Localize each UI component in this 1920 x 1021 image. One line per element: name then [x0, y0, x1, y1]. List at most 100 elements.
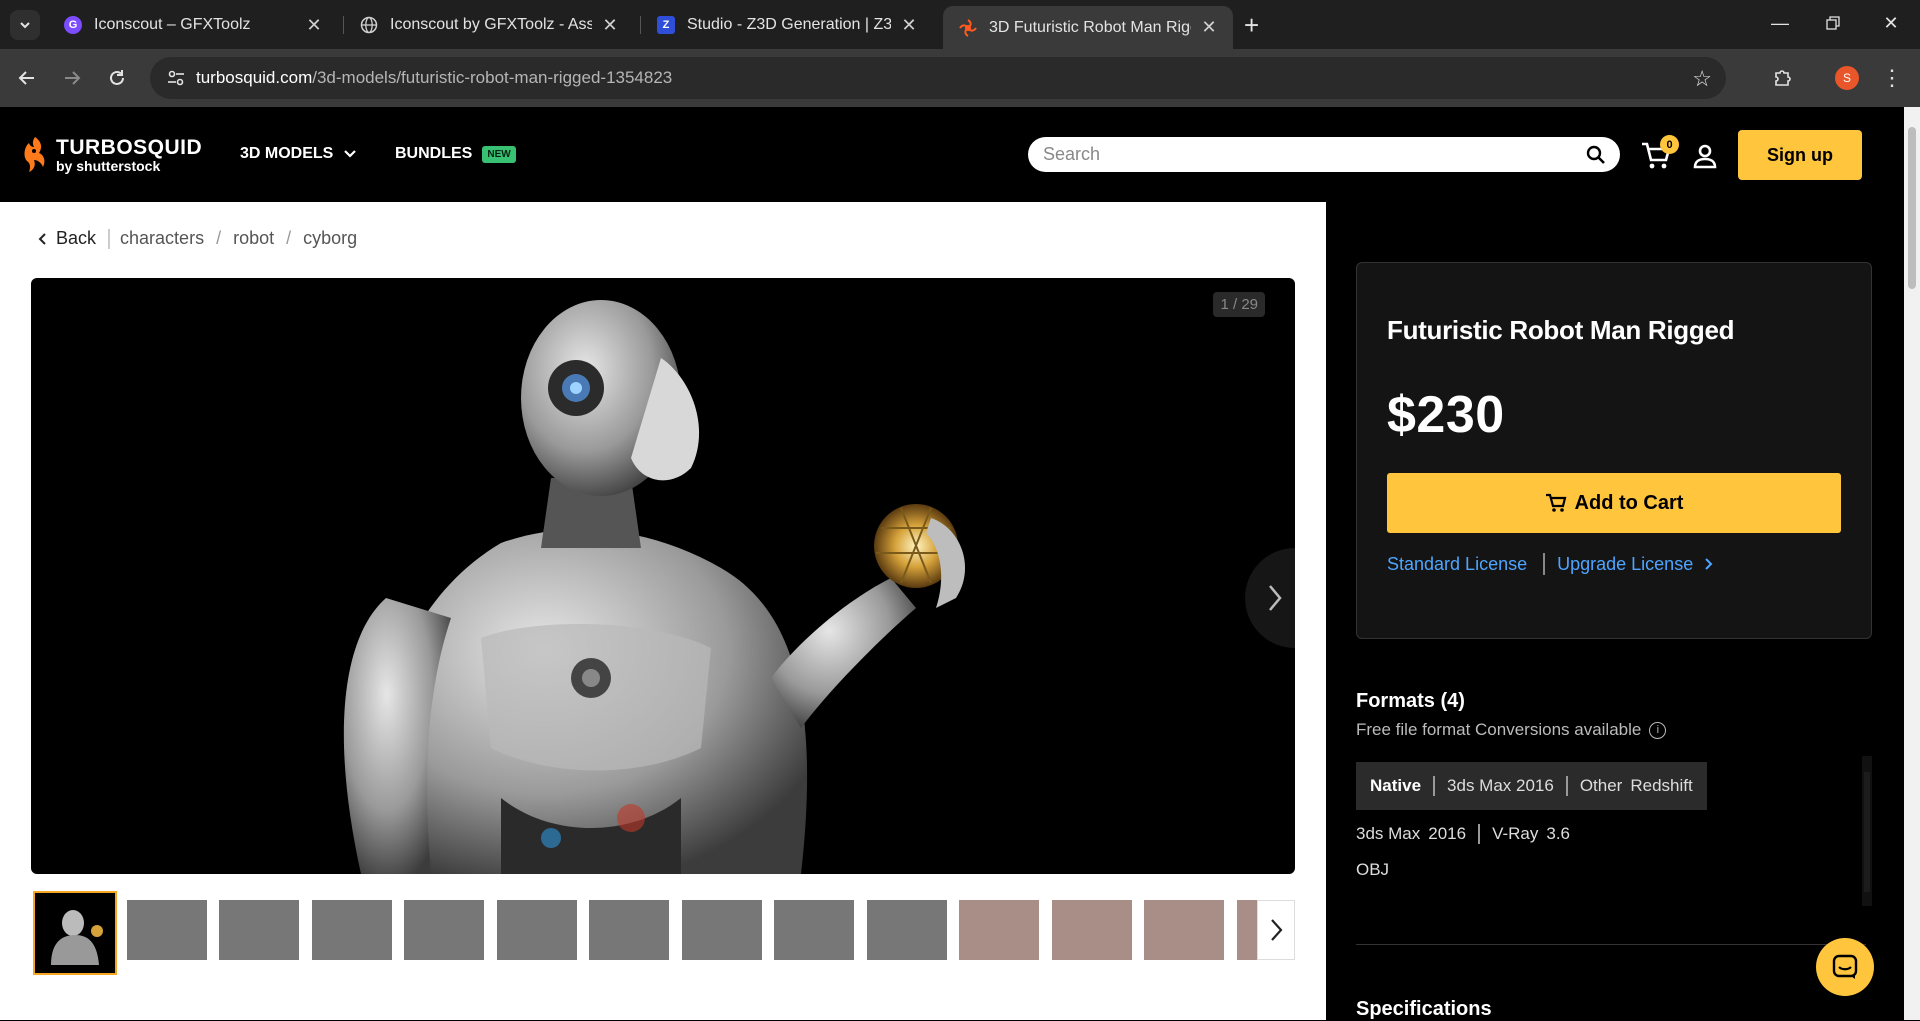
- format-row-obj: OBJ: [1356, 860, 1390, 879]
- breadcrumb-separator: /: [286, 228, 292, 248]
- native-label: Native: [1370, 776, 1422, 795]
- sign-up-button[interactable]: Sign up: [1738, 130, 1862, 180]
- chat-icon: [1832, 954, 1858, 979]
- thumbnail[interactable]: [867, 900, 947, 960]
- logo-wordmark: TURBOSQUID: [56, 135, 203, 159]
- back-link[interactable]: Back: [36, 228, 96, 249]
- chevron-right-icon: [1705, 558, 1713, 570]
- format-renderer-version: 3.6: [1546, 824, 1571, 843]
- site-header: TURBOSQUID by shutterstock 3D MODELS BUN…: [0, 107, 1904, 202]
- close-icon[interactable]: ✕: [1199, 17, 1219, 38]
- image-counter: 1 / 29: [1213, 292, 1265, 317]
- window-close-icon[interactable]: ✕: [1876, 8, 1906, 38]
- url-host: turbosquid.com: [196, 68, 313, 87]
- close-icon[interactable]: ✕: [899, 15, 919, 35]
- squid-logo-icon: [24, 137, 45, 172]
- extensions-puzzle-icon[interactable]: [1766, 61, 1800, 95]
- back-label: Back: [56, 228, 97, 248]
- format-row: 3ds Max 2016 V-Ray 3.6: [1356, 824, 1570, 844]
- tab-title: Studio - Z3D Generation | Z3D: [687, 16, 891, 33]
- breadcrumb-separator: /: [216, 228, 222, 248]
- thumbnail[interactable]: [497, 900, 577, 960]
- chat-support-button[interactable]: [1816, 938, 1874, 996]
- address-bar[interactable]: turbosquid.com/3d-models/futuristic-robo…: [150, 57, 1726, 99]
- url-path: /3d-models/futuristic-robot-man-rigged-1…: [312, 68, 673, 87]
- formats-scrollbar[interactable]: [1862, 756, 1872, 906]
- section-divider: [1356, 944, 1866, 945]
- specifications-heading: Specifications: [1356, 998, 1492, 1020]
- bookmark-star-icon[interactable]: ☆: [1692, 66, 1712, 92]
- back-arrow-icon[interactable]: [10, 61, 44, 95]
- gfxtoolz-icon: G: [64, 16, 82, 34]
- thumbnail[interactable]: [404, 900, 484, 960]
- browser-menu-icon[interactable]: ⋮: [1880, 61, 1904, 95]
- format-divider: [1433, 776, 1436, 796]
- thumbnail[interactable]: [774, 900, 854, 960]
- user-account-icon[interactable]: [1690, 141, 1720, 171]
- turbosquid-icon: [959, 18, 977, 37]
- native-format-row: Native 3ds Max 2016 Other Redshift: [1356, 762, 1707, 810]
- thumbnail[interactable]: [959, 900, 1039, 960]
- standard-license-link[interactable]: Standard License: [1387, 554, 1527, 575]
- license-divider: [1543, 553, 1546, 575]
- thumbnail[interactable]: [312, 900, 392, 960]
- page-scrollbar[interactable]: [1904, 107, 1920, 1020]
- info-icon[interactable]: i: [1649, 721, 1667, 739]
- thumbnail-next-button[interactable]: [1257, 900, 1295, 960]
- chevron-down-icon: [20, 22, 30, 29]
- close-icon[interactable]: ✕: [304, 15, 324, 35]
- forward-arrow-icon[interactable]: [55, 61, 89, 95]
- format-app-version: 2016: [1428, 824, 1467, 843]
- turbosquid-logo[interactable]: TURBOSQUID by shutterstock: [20, 135, 202, 175]
- chevron-down-icon: [344, 150, 357, 158]
- chevron-right-icon: [1269, 585, 1282, 611]
- search-placeholder: Search: [1043, 144, 1101, 164]
- tab-title: 3D Futuristic Robot Man Rigged: [989, 18, 1191, 36]
- browser-tab-1[interactable]: G Iconscout – GFXToolz ✕: [48, 7, 338, 43]
- add-to-cart-button[interactable]: Add to Cart: [1387, 473, 1841, 533]
- thumbnail[interactable]: [127, 900, 207, 960]
- add-to-cart-label: Add to Cart: [1574, 491, 1684, 514]
- product-title: Futuristic Robot Man Rigged: [1387, 315, 1735, 345]
- tab-search-button[interactable]: [10, 10, 40, 40]
- site-info-icon[interactable]: [156, 68, 196, 88]
- minimize-icon[interactable]: —: [1765, 8, 1795, 38]
- browser-tab-4-active[interactable]: 3D Futuristic Robot Man Rigged ✕: [943, 6, 1233, 49]
- close-icon[interactable]: ✕: [600, 15, 620, 35]
- purchase-box: Futuristic Robot Man Rigged $230 Add to …: [1356, 262, 1872, 639]
- browser-tab-bar: G Iconscout – GFXToolz ✕ Iconscout by GF…: [0, 0, 1920, 49]
- search-icon[interactable]: [1586, 145, 1606, 165]
- breadcrumb-item-cyborg[interactable]: cyborg: [303, 228, 357, 249]
- browser-tab-3[interactable]: Z Studio - Z3D Generation | Z3D ✕: [641, 7, 933, 43]
- thumbnail[interactable]: [1144, 900, 1224, 960]
- chevron-left-icon: [38, 232, 46, 245]
- reload-icon[interactable]: [100, 61, 134, 95]
- breadcrumb-item-robot[interactable]: robot: [233, 228, 274, 249]
- product-image-viewer[interactable]: 1 / 29: [31, 278, 1295, 874]
- z3d-icon: Z: [657, 16, 675, 34]
- thumbnail[interactable]: [682, 900, 762, 960]
- thumbnail[interactable]: [589, 900, 669, 960]
- tab-title: Iconscout by GFXToolz - Asset D: [390, 16, 592, 33]
- browser-tab-2[interactable]: Iconscout by GFXToolz - Asset D ✕: [344, 7, 634, 43]
- format-divider: [1478, 824, 1481, 844]
- upgrade-license-link[interactable]: Upgrade License: [1557, 554, 1693, 575]
- restore-icon[interactable]: [1818, 8, 1848, 38]
- page-scrollbar-thumb[interactable]: [1908, 127, 1916, 289]
- new-tab-button[interactable]: +: [1244, 12, 1259, 38]
- breadcrumb-item-characters[interactable]: characters: [120, 228, 204, 249]
- thumbnail[interactable]: [1052, 900, 1132, 960]
- thumbnail-strip: [33, 888, 1295, 975]
- nav-3d-models[interactable]: 3D MODELS: [240, 145, 357, 163]
- profile-avatar[interactable]: S: [1835, 66, 1859, 90]
- chevron-right-icon: [1271, 919, 1283, 941]
- thumbnail[interactable]: [219, 900, 299, 960]
- thumbnail-active[interactable]: [33, 891, 117, 975]
- format-app: 3ds Max: [1356, 824, 1421, 843]
- tab-title: Iconscout – GFXToolz: [94, 16, 251, 33]
- site-search-input[interactable]: Search: [1028, 137, 1620, 172]
- thumbnail[interactable]: [1237, 900, 1257, 960]
- nav-bundles[interactable]: BUNDLES NEW: [395, 145, 516, 163]
- formats-conversion-note: Free file format Conversions available: [1356, 720, 1642, 739]
- new-badge: NEW: [482, 145, 516, 163]
